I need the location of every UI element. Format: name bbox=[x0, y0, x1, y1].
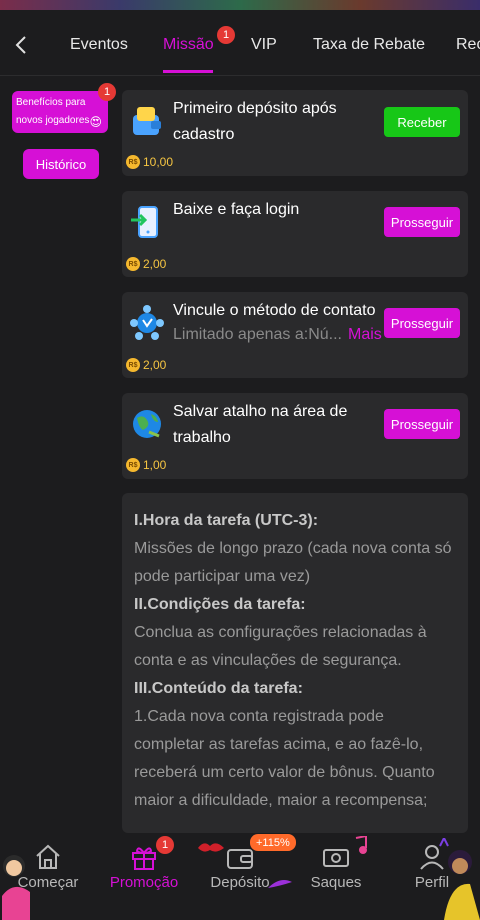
nav-item-saques[interactable]: Saques bbox=[288, 836, 384, 920]
reward-amount: 1,00 bbox=[143, 458, 167, 472]
more-link[interactable]: Mais bbox=[348, 326, 382, 343]
mission-title: Baixe e faça login bbox=[173, 201, 300, 218]
rules-paragraph: Missões de longo prazo (cada nova conta … bbox=[134, 540, 452, 585]
tab-missao[interactable]: Missão bbox=[163, 36, 214, 54]
rules-paragraph: Conclua as configurações relacionadas à … bbox=[134, 624, 427, 669]
mission-rules: I.Hora da tarefa (UTC-3): Missões de lon… bbox=[122, 493, 468, 833]
mission-reward: R$ 2,00 bbox=[126, 257, 166, 271]
coin-icon: R$ bbox=[126, 155, 140, 169]
rules-heading: II.Condições da tarefa: bbox=[134, 596, 306, 613]
rules-heading: III.Conteúdo da tarefa: bbox=[134, 680, 303, 697]
tab-missao-badge: 1 bbox=[217, 26, 235, 44]
status-strip bbox=[0, 0, 480, 10]
mission-reward: R$ 1,00 bbox=[126, 458, 166, 472]
mission-reward: R$ 10,00 bbox=[126, 155, 173, 169]
reward-amount: 10,00 bbox=[143, 155, 174, 169]
sidebar-beneficios-badge: 1 bbox=[98, 83, 116, 101]
chevron-left-icon bbox=[15, 36, 26, 54]
mission-reward: R$ 2,00 bbox=[126, 358, 166, 372]
nav-item-comecar[interactable]: Começar bbox=[0, 836, 96, 920]
tab-eventos[interactable]: Eventos bbox=[70, 36, 128, 54]
smiley-emoji-icon: 😍 bbox=[89, 115, 102, 129]
nav-label: Perfil bbox=[414, 874, 450, 891]
coin-icon: R$ bbox=[126, 358, 140, 372]
nav-label: Promoção bbox=[109, 874, 179, 891]
mission-card: Vincule o método de contato Limitado ape… bbox=[122, 292, 468, 378]
receive-button[interactable]: Receber bbox=[384, 107, 460, 137]
globe-icon bbox=[128, 405, 166, 443]
contact-link-icon bbox=[128, 304, 166, 342]
sidebar-item-beneficios[interactable]: Benefícios para novos jogadores 😍 bbox=[12, 91, 108, 133]
mission-card: Primeiro depósito após cadastro R$ 10,00… bbox=[122, 90, 468, 176]
mission-subtitle: Limitado apenas a:Nú... Mais bbox=[173, 326, 382, 344]
coin-icon: R$ bbox=[126, 458, 140, 472]
promocao-badge: 1 bbox=[156, 836, 174, 854]
mission-subtitle-text: Limitado apenas a:Nú... bbox=[173, 326, 342, 343]
mission-card: Baixe e faça login R$ 2,00 Prosseguir bbox=[122, 191, 468, 277]
phone-download-icon bbox=[128, 203, 166, 241]
sidebar-item-historico[interactable]: Histórico bbox=[23, 149, 99, 179]
mission-title: Salvar atalho na área de trabalho bbox=[173, 403, 348, 446]
mission-title: Primeiro depósito após cadastro bbox=[173, 100, 337, 143]
back-button[interactable] bbox=[6, 30, 36, 60]
nav-label: Depósito bbox=[210, 874, 270, 891]
tab-rec[interactable]: Rec bbox=[456, 36, 480, 54]
tab-taxa-de-rebate[interactable]: Taxa de Rebate bbox=[313, 36, 425, 54]
mission-title: Vincule o método de contato bbox=[173, 302, 376, 319]
proceed-button[interactable]: Prosseguir bbox=[384, 207, 460, 237]
proceed-button[interactable]: Prosseguir bbox=[384, 308, 460, 338]
active-tab-indicator bbox=[163, 70, 213, 73]
gift-icon bbox=[132, 847, 156, 870]
nav-label: Saques bbox=[310, 874, 362, 891]
rules-paragraph: 1.Cada nova conta registrada pode comple… bbox=[134, 708, 435, 809]
nav-item-promocao[interactable]: 1 Promoção bbox=[96, 836, 192, 920]
tab-vip[interactable]: VIP bbox=[251, 36, 277, 54]
withdraw-icon bbox=[323, 849, 349, 867]
coin-icon: R$ bbox=[126, 257, 140, 271]
nav-label: Começar bbox=[17, 874, 79, 891]
rules-heading: I.Hora da tarefa (UTC-3): bbox=[134, 512, 319, 529]
bottom-navigation: Começar 1 Promoção Depósito +115% Saques… bbox=[0, 834, 480, 920]
reward-amount: 2,00 bbox=[143, 257, 167, 271]
mission-category-sidebar: Benefícios para novos jogadores 😍 1 Hist… bbox=[0, 77, 118, 837]
reward-amount: 2,00 bbox=[143, 358, 167, 372]
profile-icon bbox=[420, 845, 444, 870]
proceed-button[interactable]: Prosseguir bbox=[384, 409, 460, 439]
nav-item-perfil[interactable]: Perfil bbox=[384, 836, 480, 920]
wallet-icon bbox=[128, 102, 166, 140]
mission-card: Salvar atalho na área de trabalho R$ 1,0… bbox=[122, 393, 468, 479]
home-icon bbox=[36, 844, 60, 869]
sidebar-item-label-line1: Benefícios para bbox=[16, 97, 86, 108]
top-tab-bar: Eventos Missão 1 VIP Taxa de Rebate Rec bbox=[0, 10, 480, 76]
